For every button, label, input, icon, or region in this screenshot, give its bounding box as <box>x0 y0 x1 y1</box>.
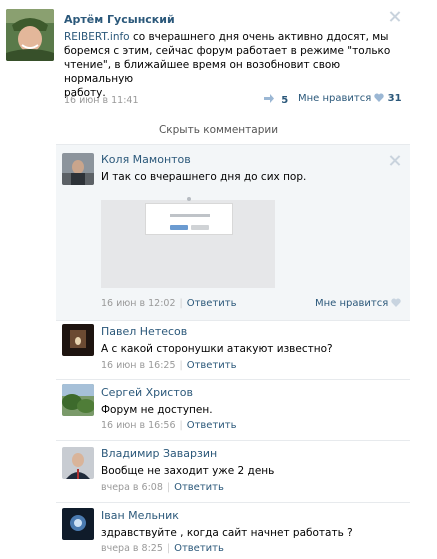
heart-icon <box>391 298 402 307</box>
separator: | <box>179 360 183 371</box>
like-label: Мне нравится <box>298 93 372 104</box>
like-count: 31 <box>387 93 402 104</box>
comment-author[interactable]: Іван Мельник <box>101 509 179 522</box>
comment-meta: 16 июн в 16:56 | Ответить <box>101 420 237 431</box>
reply-link[interactable]: Ответить <box>174 482 224 493</box>
comment-text: Форум не доступен. <box>101 404 213 416</box>
post-text-line: со вчерашнего дня очень активно ддосят, … <box>129 31 389 43</box>
comment-avatar[interactable] <box>62 153 94 185</box>
comment-date[interactable]: 16 июн в 16:56 <box>101 420 176 431</box>
comment-like[interactable]: Мне нравится <box>315 298 402 309</box>
comment-avatar[interactable] <box>62 384 94 416</box>
screenshot-dialog <box>145 197 233 235</box>
post-like[interactable]: Мне нравится 31 <box>298 93 402 104</box>
separator: | <box>166 482 171 493</box>
comment-meta: вчера в 8:25 | Ответить <box>101 543 224 554</box>
comment-author[interactable]: Коля Мамонтов <box>101 153 191 166</box>
screenshot-button-secondary <box>191 225 209 230</box>
post-author-name[interactable]: Артём Гусынский <box>64 13 175 26</box>
comment-meta: вчера в 6:08 | Ответить <box>101 482 224 493</box>
share-count: 5 <box>281 95 289 106</box>
screenshot-text <box>170 214 210 217</box>
comment-text: А с какой сторонушки атакуют известно? <box>101 343 333 355</box>
post-author-avatar[interactable] <box>6 9 54 61</box>
post-share[interactable]: 5 <box>264 93 288 106</box>
attached-screenshot[interactable] <box>101 197 275 288</box>
like-label: Мне нравится <box>315 298 389 309</box>
screenshot-dot <box>187 197 191 201</box>
post-date[interactable]: 16 июн в 11:41 <box>64 95 139 106</box>
comment-avatar[interactable] <box>62 508 94 540</box>
comment-meta: 16 июн в 16:25 | Ответить <box>101 360 237 371</box>
comment-date[interactable]: вчера в 8:25 <box>101 543 163 554</box>
hide-comments-link[interactable]: Скрыть комментарии <box>0 124 437 136</box>
comment-date[interactable]: 16 июн в 12:02 <box>101 298 176 309</box>
post-text-line: чтение", в ближайшее время он возобновит… <box>64 59 341 85</box>
share-icon <box>264 94 274 103</box>
divider <box>56 502 410 503</box>
comment-avatar[interactable] <box>62 324 94 356</box>
close-icon[interactable] <box>389 11 400 22</box>
separator: | <box>166 543 171 554</box>
comment-avatar[interactable] <box>62 447 94 479</box>
divider <box>56 379 410 380</box>
reply-link[interactable]: Ответить <box>187 420 237 431</box>
wall-post: Артём Гусынский REIBERT.info со вчерашне… <box>0 0 410 120</box>
post-text-line: боремся с этим, сейчас форум работает в … <box>64 45 391 57</box>
comment-author[interactable]: Владимир Заварзин <box>101 447 217 460</box>
comment-date[interactable]: 16 июн в 16:25 <box>101 360 176 371</box>
heart-icon <box>374 93 385 102</box>
comment-author[interactable]: Павел Нетесов <box>101 325 187 338</box>
comment-text: здравствуйте , когда сайт начнет работат… <box>101 527 353 539</box>
divider <box>56 440 410 441</box>
reply-link[interactable]: Ответить <box>187 360 237 371</box>
post-text-link[interactable]: REIBERT.info <box>64 31 130 43</box>
separator: | <box>179 420 183 431</box>
reply-link[interactable]: Ответить <box>187 298 237 309</box>
comment-date[interactable]: вчера в 6:08 <box>101 482 163 493</box>
divider <box>56 320 410 321</box>
close-icon[interactable] <box>389 155 400 166</box>
divider <box>56 144 410 145</box>
comment-author[interactable]: Сергей Христов <box>101 386 193 399</box>
reply-link[interactable]: Ответить <box>174 543 224 554</box>
screenshot-button-primary <box>170 225 188 230</box>
separator: | <box>179 298 183 309</box>
comment-text: Вообще не заходит уже 2 день <box>101 465 275 477</box>
comment-text: И так со вчерашнего дня до сих пор. <box>101 171 307 183</box>
post-text: REIBERT.info со вчерашнего дня очень акт… <box>64 30 394 100</box>
comment-meta: 16 июн в 12:02 | Ответить <box>101 298 237 309</box>
